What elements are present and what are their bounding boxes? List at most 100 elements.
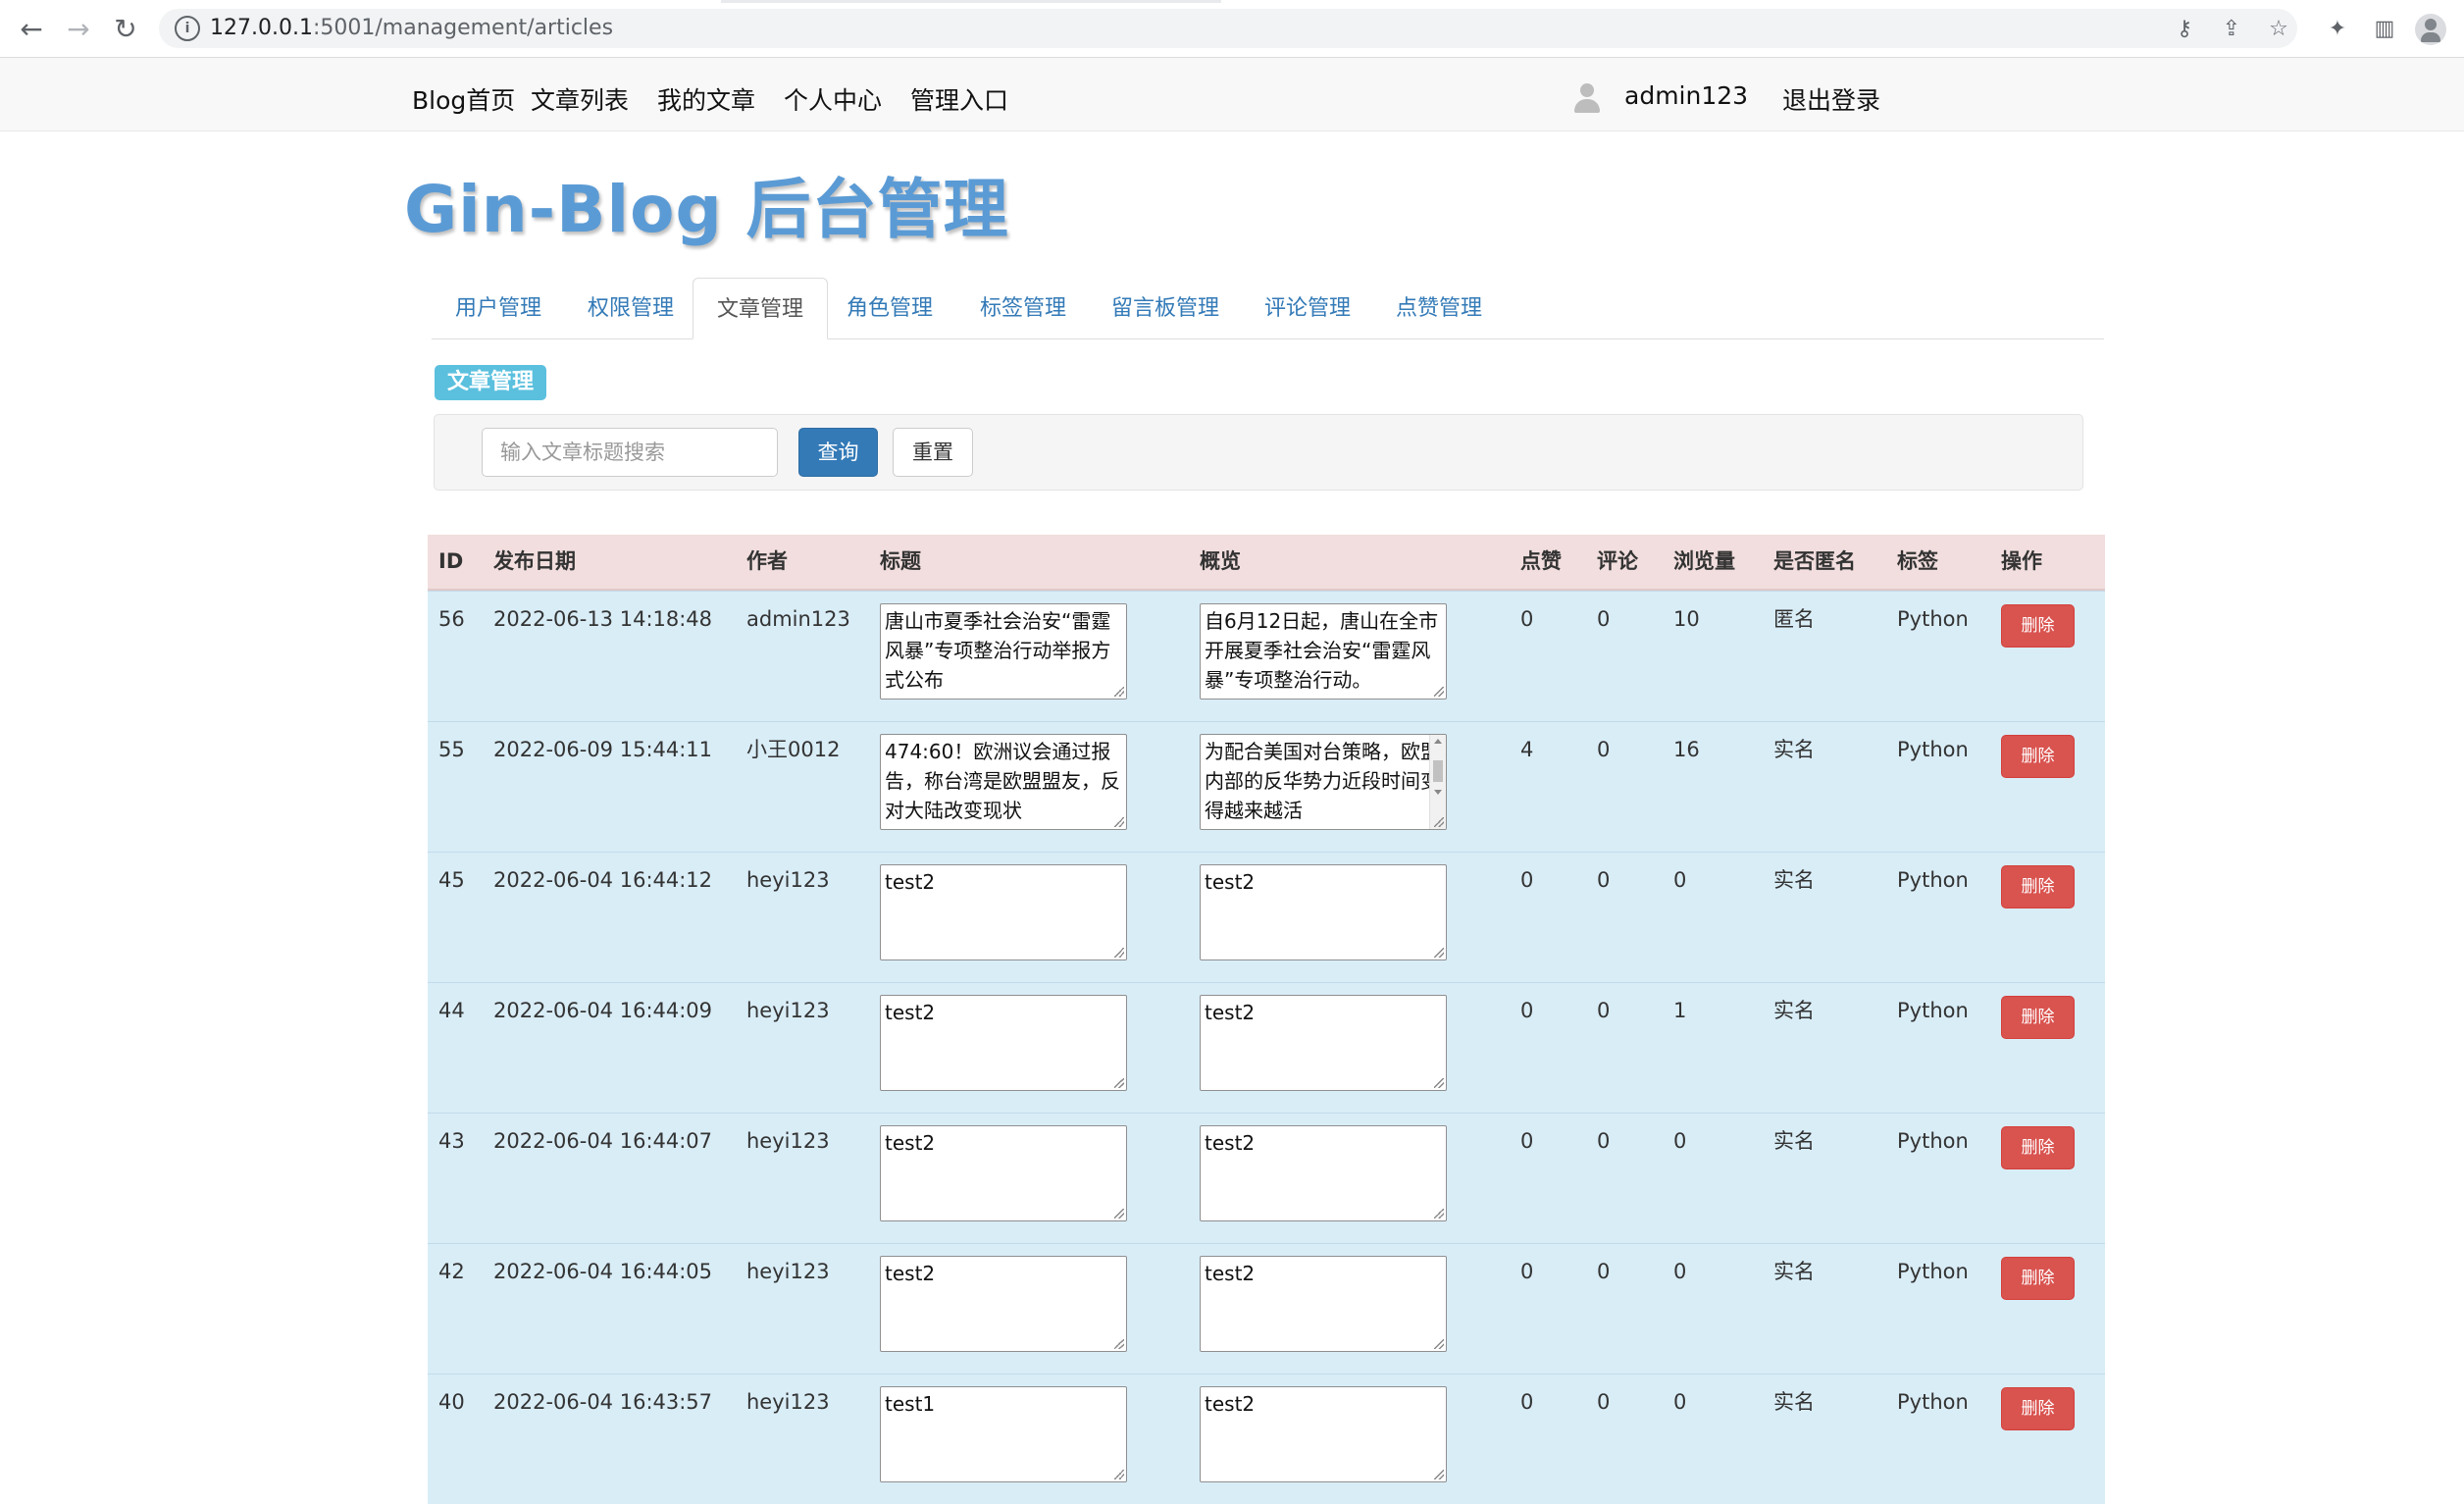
- url-text[interactable]: 127.0.0.1:5001/management/articles: [210, 16, 613, 40]
- resize-handle-icon[interactable]: [1114, 1078, 1124, 1088]
- summary-textarea[interactable]: test2: [1200, 1125, 1447, 1221]
- cell-likes: 4: [1520, 738, 1534, 761]
- delete-button[interactable]: 删除: [2001, 735, 2075, 778]
- resize-handle-icon[interactable]: [1114, 1339, 1124, 1349]
- cell-date: 2022-06-04 16:44:09: [493, 999, 713, 1022]
- resize-handle-icon[interactable]: [1434, 1209, 1444, 1219]
- summary-textarea[interactable]: test2: [1200, 864, 1447, 960]
- summary-textarea[interactable]: 为配合美国对台策略，欧盟内部的反华势力近段时间变得越来越活: [1200, 734, 1447, 830]
- delete-button[interactable]: 删除: [2001, 1387, 2075, 1430]
- resize-handle-icon[interactable]: [1114, 687, 1124, 697]
- delete-button[interactable]: 删除: [2001, 604, 2075, 648]
- scroll-up-icon[interactable]: [1434, 739, 1442, 744]
- resize-handle-icon[interactable]: [1434, 687, 1444, 697]
- title-text: 474:60！欧洲议会通过报告，称台湾是欧盟盟友，反对大陆改变现状: [885, 740, 1120, 822]
- resize-handle-icon[interactable]: [1114, 1209, 1124, 1219]
- nav-my-articles[interactable]: 我的文章: [657, 81, 755, 117]
- title-textarea[interactable]: test2: [880, 1256, 1127, 1352]
- cell-anonymous: 实名: [1773, 868, 1815, 892]
- textarea-scrollbar[interactable]: [1429, 735, 1446, 829]
- tab-likes[interactable]: 点赞管理: [1372, 278, 1506, 338]
- address-bar[interactable]: i 127.0.0.1:5001/management/articles ⚷ ⇪…: [159, 9, 2297, 48]
- cell-tag: Python: [1897, 738, 1969, 761]
- tab-tags[interactable]: 标签管理: [956, 278, 1090, 338]
- nav-admin[interactable]: 管理入口: [910, 81, 1008, 117]
- nav-profile[interactable]: 个人中心: [784, 81, 882, 117]
- nav-article-list[interactable]: 文章列表: [531, 81, 629, 117]
- title-textarea[interactable]: test2: [880, 864, 1127, 960]
- title-textarea[interactable]: test2: [880, 1125, 1127, 1221]
- section-label: 文章管理: [435, 365, 547, 400]
- site-navbar: Blog首页 文章列表 我的文章 个人中心 管理入口 admin123 退出登录: [0, 58, 2464, 131]
- summary-textarea[interactable]: test2: [1200, 995, 1447, 1091]
- reset-button[interactable]: 重置: [893, 428, 973, 477]
- key-icon[interactable]: ⚷: [2172, 17, 2197, 42]
- reload-icon[interactable]: ↻: [110, 14, 141, 45]
- summary-textarea[interactable]: test2: [1200, 1386, 1447, 1482]
- cell-views: 0: [1673, 1129, 1687, 1153]
- scroll-thumb[interactable]: [1433, 760, 1443, 782]
- cell-tag: Python: [1897, 1260, 1969, 1283]
- bookmark-star-icon[interactable]: ☆: [2266, 17, 2291, 42]
- cell-author: heyi123: [746, 868, 830, 892]
- delete-button[interactable]: 删除: [2001, 996, 2075, 1039]
- resize-handle-icon[interactable]: [1434, 1470, 1444, 1479]
- resize-handle-icon[interactable]: [1434, 1339, 1444, 1349]
- summary-textarea[interactable]: test2: [1200, 1256, 1447, 1352]
- cell-author: heyi123: [746, 1260, 830, 1283]
- cell-comments: 0: [1597, 999, 1611, 1022]
- summary-text: test2: [1205, 1001, 1256, 1024]
- logout-link[interactable]: 退出登录: [1782, 81, 1880, 117]
- title-textarea[interactable]: 唐山市夏季社会治安“雷霆风暴”专项整治行动举报方式公布: [880, 603, 1127, 700]
- cell-likes: 0: [1520, 868, 1534, 892]
- cell-author: heyi123: [746, 1390, 830, 1414]
- th-actions: 操作: [2001, 549, 2042, 573]
- summary-textarea[interactable]: 自6月12日起，唐山在全市开展夏季社会治安“雷霆风暴”专项整治行动。: [1200, 603, 1447, 700]
- title-textarea[interactable]: test1: [880, 1386, 1127, 1482]
- table-row: 43 2022-06-04 16:44:07 heyi123 test2 tes…: [428, 1113, 2105, 1243]
- share-icon[interactable]: ⇪: [2219, 17, 2244, 42]
- resize-handle-icon[interactable]: [1114, 817, 1124, 827]
- tab-permissions[interactable]: 权限管理: [564, 278, 697, 338]
- side-panel-icon[interactable]: ▥: [2371, 16, 2398, 43]
- cell-anonymous: 实名: [1773, 738, 1815, 761]
- search-input[interactable]: [482, 428, 778, 477]
- tab-articles[interactable]: 文章管理: [693, 278, 829, 339]
- resize-handle-icon[interactable]: [1434, 948, 1444, 958]
- title-text: test2: [885, 1001, 936, 1024]
- tab-comments[interactable]: 评论管理: [1241, 278, 1374, 338]
- cell-likes: 0: [1520, 1390, 1534, 1414]
- delete-button[interactable]: 删除: [2001, 1126, 2075, 1169]
- cell-anonymous: 实名: [1773, 1260, 1815, 1283]
- tab-users[interactable]: 用户管理: [432, 278, 565, 338]
- browser-toolbar: ← → ↻ i 127.0.0.1:5001/management/articl…: [0, 0, 2464, 58]
- extensions-icon[interactable]: ✦: [2324, 16, 2351, 43]
- delete-button[interactable]: 删除: [2001, 1257, 2075, 1300]
- tab-roles[interactable]: 角色管理: [823, 278, 956, 338]
- th-summary: 概览: [1200, 549, 1241, 573]
- site-info-icon[interactable]: i: [175, 16, 200, 41]
- th-views: 浏览量: [1673, 549, 1735, 573]
- scroll-down-icon[interactable]: [1434, 790, 1442, 795]
- tab-guestbook[interactable]: 留言板管理: [1088, 278, 1243, 338]
- cell-comments: 0: [1597, 1390, 1611, 1414]
- query-button[interactable]: 查询: [798, 428, 878, 477]
- nav-blog-home[interactable]: Blog首页: [412, 81, 515, 117]
- cell-id: 40: [438, 1390, 465, 1414]
- resize-handle-icon[interactable]: [1114, 1470, 1124, 1479]
- forward-icon[interactable]: →: [63, 14, 94, 45]
- profile-avatar-icon[interactable]: [2415, 14, 2446, 45]
- back-icon[interactable]: ←: [16, 14, 47, 45]
- cell-tag: Python: [1897, 868, 1969, 892]
- resize-handle-icon[interactable]: [1434, 1078, 1444, 1088]
- title-textarea[interactable]: test2: [880, 995, 1127, 1091]
- resize-handle-icon[interactable]: [1114, 948, 1124, 958]
- username-link[interactable]: admin123: [1624, 81, 1748, 110]
- cell-author: heyi123: [746, 999, 830, 1022]
- url-path: :5001/management/articles: [312, 16, 614, 40]
- summary-text: 为配合美国对台策略，欧盟内部的反华势力近段时间变得越来越活: [1205, 740, 1440, 822]
- tab-strip-edge: [721, 0, 1221, 3]
- delete-button[interactable]: 删除: [2001, 865, 2075, 908]
- resize-handle-icon[interactable]: [1434, 817, 1444, 827]
- title-textarea[interactable]: 474:60！欧洲议会通过报告，称台湾是欧盟盟友，反对大陆改变现状: [880, 734, 1127, 830]
